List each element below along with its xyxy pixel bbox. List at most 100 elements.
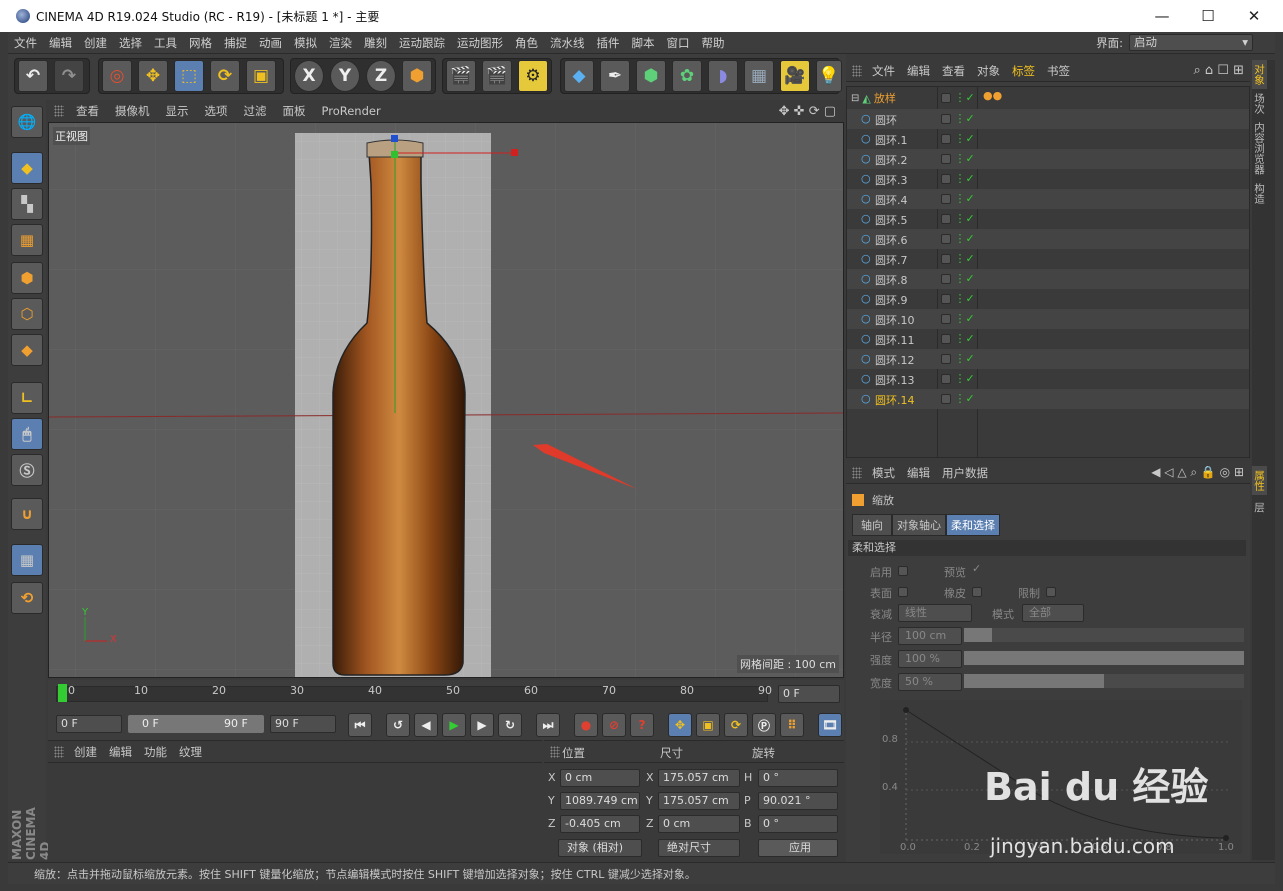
visibility-icons[interactable]: ⋮✓	[941, 172, 975, 185]
menu-file[interactable]: 文件	[8, 35, 43, 51]
deformer-icon[interactable]: ◗	[708, 60, 738, 92]
visibility-icons[interactable]: ⋮✓	[941, 252, 975, 265]
visibility-icons[interactable]: ⋮✓	[941, 352, 975, 365]
range-slider[interactable]: 0 F 90 F	[128, 715, 264, 733]
menu-plugins[interactable]: 插件	[591, 35, 626, 51]
camera-icon[interactable]: 🎥	[780, 60, 810, 92]
x-axis-icon[interactable]: X	[294, 60, 324, 92]
limit-checkbox[interactable]	[1046, 587, 1056, 597]
width-field[interactable]: 50 %	[898, 673, 962, 691]
strength-slider[interactable]	[964, 651, 1244, 665]
size-z-field[interactable]: 0 cm	[658, 815, 740, 833]
cube-primitive-icon[interactable]: ◆	[564, 60, 594, 92]
nav-arrows-icon[interactable]: ◀ ◁ △ ⌕ 🔒 ◎ ⊞	[1145, 465, 1250, 480]
playhead[interactable]	[58, 684, 67, 702]
live-selection-icon[interactable]: ◎	[102, 60, 132, 92]
edges-mode-icon[interactable]: ⬡	[11, 298, 43, 330]
model-mode-icon[interactable]: ◆	[11, 152, 43, 184]
render-view-icon[interactable]: 🎬	[446, 60, 476, 92]
menu-create[interactable]: 创建	[78, 35, 113, 51]
strength-field[interactable]: 100 %	[898, 650, 962, 668]
object-row-loft[interactable]: ⊟ ◭ 放样	[851, 89, 939, 107]
width-slider[interactable]	[964, 674, 1244, 688]
menu-pipeline[interactable]: 流水线	[544, 35, 591, 51]
magnet-icon[interactable]: ∪	[11, 498, 43, 530]
key-param-icon[interactable]: Ⓟ	[752, 713, 776, 737]
surface-checkbox[interactable]	[898, 587, 908, 597]
tab-soft-selection[interactable]: 柔和选择	[946, 514, 1000, 536]
obj-menu-view[interactable]: 查看	[936, 63, 971, 79]
size-y-field[interactable]: 175.057 cm	[658, 792, 740, 810]
mat-menu-edit[interactable]: 编辑	[103, 744, 138, 760]
maximize-button[interactable]: ☐	[1185, 0, 1231, 32]
size-mode-select[interactable]: 绝对尺寸	[658, 839, 740, 857]
layout-select[interactable]: 启动 ▾	[1129, 34, 1253, 51]
vp-menu-prorender[interactable]: ProRender	[314, 104, 389, 118]
object-row[interactable]: ○ 圆环.12 ⋮✓	[847, 349, 1249, 369]
object-row[interactable]: ○ 圆环.4 ⋮✓	[847, 189, 1249, 209]
mode-select[interactable]: 全部	[1022, 604, 1084, 622]
z-axis-icon[interactable]: Z	[366, 60, 396, 92]
timeline[interactable]: 0 10 20 30 40 50 60 70 80 90 0 F	[48, 680, 844, 710]
viewport[interactable]: 正视图 Y X 网格间距 : 100 cm	[48, 122, 844, 678]
object-row[interactable]: ○ 圆环.8 ⋮✓	[847, 269, 1249, 289]
expand-icon[interactable]: ⊟	[851, 93, 859, 104]
menu-motion-tracking[interactable]: 运动跟踪	[393, 35, 451, 51]
rot-b-field[interactable]: 0 °	[758, 815, 838, 833]
go-to-end-icon[interactable]: ⏭	[536, 713, 560, 737]
object-row[interactable]: ○ 圆环.5 ⋮✓	[847, 209, 1249, 229]
menu-window[interactable]: 窗口	[661, 35, 696, 51]
recent-tool-icon[interactable]: ▣	[246, 60, 276, 92]
visibility-icons[interactable]: ⋮✓	[941, 272, 975, 285]
workplane-icon[interactable]: ▦	[11, 224, 43, 256]
start-frame-field[interactable]: 0 F	[56, 715, 122, 733]
tab-content-browser[interactable]: 内容浏览器	[1252, 118, 1267, 179]
coordinate-system-icon[interactable]: ⬢	[402, 60, 432, 92]
previous-frame-icon[interactable]: ◀	[414, 713, 438, 737]
points-mode-icon[interactable]: ⬢	[11, 262, 43, 294]
mat-menu-create[interactable]: 创建	[68, 744, 103, 760]
search-icon[interactable]: ⌕ ⌂ ☐ ⊞	[1188, 63, 1250, 78]
rotate-icon[interactable]: ⟳	[210, 60, 240, 92]
tab-object-axis[interactable]: 对象轴心	[892, 514, 946, 536]
scale-icon[interactable]: ⬚	[174, 60, 204, 92]
rot-p-field[interactable]: 90.021 °	[758, 792, 838, 810]
obj-menu-tags[interactable]: 标签	[1006, 63, 1041, 79]
play-icon[interactable]: ▶	[442, 713, 466, 737]
key-scale-icon[interactable]: ▣	[696, 713, 720, 737]
menu-simulate[interactable]: 模拟	[288, 35, 323, 51]
object-row[interactable]: ○ 圆环.2 ⋮✓	[847, 149, 1249, 169]
object-row[interactable]: ○ 圆环.14 ⋮✓	[847, 389, 1249, 409]
menu-mograph[interactable]: 运动图形	[451, 35, 509, 51]
mat-menu-texture[interactable]: 纹理	[173, 744, 208, 760]
visibility-icons[interactable]: ⋮✓	[941, 192, 975, 205]
obj-menu-file[interactable]: 文件	[866, 63, 901, 79]
menu-snap[interactable]: 捕捉	[218, 35, 253, 51]
tab-layers[interactable]: 层	[1252, 498, 1267, 517]
record-keys-icon[interactable]: ●	[574, 713, 598, 737]
enable-checkbox[interactable]	[898, 566, 908, 576]
subdivision-icon[interactable]: ⬢	[636, 60, 666, 92]
planar-workplane-icon[interactable]: ⟲	[11, 582, 43, 614]
visibility-icons[interactable]: ⋮✓	[941, 112, 975, 125]
texture-mode-icon[interactable]: ▚	[11, 188, 43, 220]
visibility-icons[interactable]: ⋮✓	[941, 312, 975, 325]
object-row[interactable]: ○ 圆环.3 ⋮✓	[847, 169, 1249, 189]
object-row[interactable]: ○ 圆环.9 ⋮✓	[847, 289, 1249, 309]
falloff-select[interactable]: 线性	[898, 604, 972, 622]
object-row[interactable]: ○ 圆环.6 ⋮✓	[847, 229, 1249, 249]
visibility-icons[interactable]: ⋮✓	[941, 392, 975, 405]
light-icon[interactable]: 💡	[816, 60, 842, 92]
axis-mode-icon[interactable]: ∟	[11, 382, 43, 414]
menu-render[interactable]: 渲染	[323, 35, 358, 51]
visibility-icons[interactable]: ⋮✓	[941, 332, 975, 345]
visibility-icons[interactable]: ⋮✓	[941, 91, 975, 104]
radius-field[interactable]: 100 cm	[898, 627, 962, 645]
render-settings-icon[interactable]: ⚙	[518, 60, 548, 92]
size-x-field[interactable]: 175.057 cm	[658, 769, 740, 787]
redo-icon[interactable]: ↷	[54, 60, 84, 92]
menu-character[interactable]: 角色	[509, 35, 544, 51]
visibility-icons[interactable]: ⋮✓	[941, 292, 975, 305]
visibility-icons[interactable]: ⋮✓	[941, 372, 975, 385]
menu-script[interactable]: 脚本	[626, 35, 661, 51]
